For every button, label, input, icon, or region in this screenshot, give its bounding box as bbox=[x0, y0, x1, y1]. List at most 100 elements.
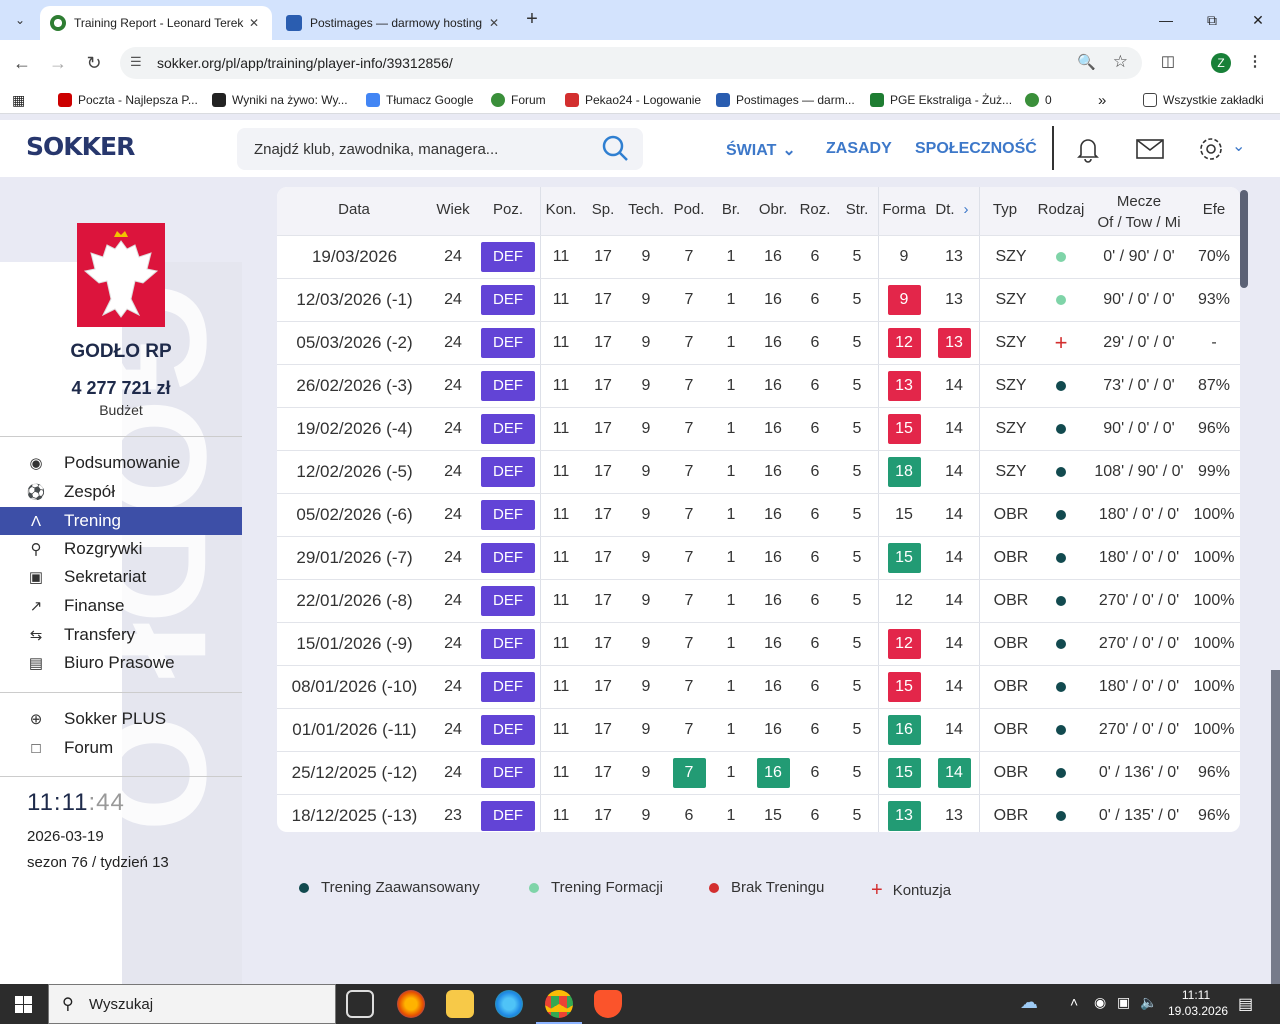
table-row[interactable]: 29/01/2026 (-7) 24 11 17 9 7 1 16 6 5 15 14 OBR 180' … bbox=[277, 536, 1240, 579]
tab-training-report[interactable]: Training Report - Leonard Terek ✕ bbox=[40, 6, 272, 40]
minimize-icon[interactable]: — bbox=[1154, 8, 1178, 32]
col-header-type[interactable]: Typ bbox=[987, 201, 1023, 218]
back-arrow-icon[interactable]: ← bbox=[10, 51, 34, 75]
position-badge[interactable]: DEF bbox=[481, 715, 535, 745]
site-search-input[interactable]: Znajdź klub, zawodnika, managera... bbox=[237, 128, 643, 170]
page-scrollbar[interactable] bbox=[1271, 670, 1280, 984]
notifications-icon[interactable]: ▤ bbox=[1238, 994, 1253, 1014]
restore-icon[interactable]: ⧉ bbox=[1200, 8, 1224, 32]
zoom-icon[interactable]: 🔍 bbox=[1077, 53, 1096, 71]
position-badge[interactable]: DEF bbox=[481, 801, 535, 831]
position-badge[interactable]: DEF bbox=[481, 543, 535, 573]
location-icon[interactable]: ◉ bbox=[1094, 994, 1106, 1011]
forward-arrow-icon[interactable]: → bbox=[46, 51, 70, 75]
edge-icon[interactable] bbox=[495, 990, 523, 1018]
apps-grid-icon[interactable]: ▦ bbox=[12, 91, 25, 109]
table-row[interactable]: 26/02/2026 (-3) 24 11 17 9 7 1 16 6 5 13 14 SZY 73' /… bbox=[277, 364, 1240, 407]
col-header-stamina[interactable]: Kon. bbox=[541, 201, 581, 218]
site-info-icon[interactable]: ☰ bbox=[130, 54, 142, 70]
weather-cloud-icon[interactable]: ☁ bbox=[1020, 992, 1038, 1013]
col-header-kind[interactable]: Rodzaj bbox=[1034, 201, 1088, 218]
sidebar-item-trening[interactable]: Λ Trening bbox=[0, 507, 242, 535]
bell-icon[interactable] bbox=[1073, 134, 1103, 164]
chrome-icon[interactable] bbox=[545, 990, 573, 1018]
table-row[interactable]: 25/12/2025 (-12) 24 11 17 9 7 1 16 6 5 15 14 OBR 0' /… bbox=[277, 751, 1240, 794]
tray-chevron-up-icon[interactable]: ˄ bbox=[1070, 994, 1078, 1010]
windows-start-icon[interactable] bbox=[15, 996, 32, 1013]
position-badge[interactable]: DEF bbox=[481, 371, 535, 401]
bookmark-item[interactable]: Wyniki na żywo: Wy... bbox=[212, 91, 348, 109]
menu-world[interactable]: ŚWIAT ⌄ bbox=[726, 140, 796, 160]
tab-search-chevron-icon[interactable]: ⌄ bbox=[8, 8, 32, 32]
col-header-tactical[interactable]: Dt. bbox=[932, 201, 958, 218]
table-row[interactable]: 12/02/2026 (-5) 24 11 17 9 7 1 16 6 5 18 14 SZY 108' … bbox=[277, 450, 1240, 493]
sokker-logo[interactable]: SOKKER bbox=[26, 132, 135, 161]
extensions-icon[interactable]: ◫ bbox=[1157, 52, 1179, 74]
more-bookmarks-chevron-icon[interactable]: » bbox=[1098, 91, 1106, 109]
col-header-striker[interactable]: Str. bbox=[837, 201, 877, 218]
table-row[interactable]: 05/02/2026 (-6) 24 11 17 9 7 1 16 6 5 15 14 OBR 180' … bbox=[277, 493, 1240, 536]
position-badge[interactable]: DEF bbox=[481, 758, 535, 788]
table-row[interactable]: 19/03/2026 24 11 17 9 7 1 16 6 5 9 13 SZY 0' / 90' / … bbox=[277, 235, 1240, 278]
position-badge[interactable]: DEF bbox=[481, 285, 535, 315]
sidebar-item-finanse[interactable]: ↗ Finanse bbox=[0, 592, 242, 620]
sidebar-item-transfery[interactable]: ⇆ Transfery bbox=[0, 621, 242, 649]
taskbar-clock[interactable]: 11:11 19.03.2026 bbox=[1168, 987, 1228, 1019]
bookmark-item[interactable]: 0 bbox=[1025, 91, 1052, 109]
sidebar-item-biuro-prasowe[interactable]: ▤ Biuro Prasowe bbox=[0, 649, 242, 677]
sidebar-item-sekretariat[interactable]: ▣ Sekretariat bbox=[0, 563, 242, 591]
position-badge[interactable]: DEF bbox=[481, 586, 535, 616]
col-header-date[interactable]: Data bbox=[304, 201, 404, 218]
kebab-menu-icon[interactable]: ⋮ bbox=[1244, 52, 1266, 74]
bookmark-star-icon[interactable]: ☆ bbox=[1113, 52, 1128, 72]
brave-icon[interactable] bbox=[594, 990, 622, 1018]
profile-avatar[interactable]: Z bbox=[1211, 53, 1231, 73]
position-badge[interactable]: DEF bbox=[481, 414, 535, 444]
chevron-down-icon[interactable]: ⌄ bbox=[1232, 136, 1245, 156]
col-header-age[interactable]: Wiek bbox=[429, 201, 477, 218]
table-row[interactable]: 12/03/2026 (-1) 24 11 17 9 7 1 16 6 5 9 13 SZY 90' / … bbox=[277, 278, 1240, 321]
reload-icon[interactable]: ↻ bbox=[82, 51, 106, 75]
network-icon[interactable]: ▣ bbox=[1117, 994, 1130, 1011]
taskbar-search-input[interactable]: ⚲ Wyszukaj bbox=[48, 984, 336, 1024]
position-badge[interactable]: DEF bbox=[481, 672, 535, 702]
bookmark-item[interactable]: Forum bbox=[491, 91, 546, 109]
table-row[interactable]: 05/03/2026 (-2) 24 11 17 9 7 1 16 6 5 12 13 SZY 29' /… bbox=[277, 321, 1240, 364]
position-badge[interactable]: DEF bbox=[481, 500, 535, 530]
all-bookmarks-folder[interactable]: Wszystkie zakładki bbox=[1143, 91, 1264, 109]
bookmark-item[interactable]: Poczta - Najlepsza P... bbox=[58, 91, 198, 109]
col-header-pos[interactable]: Poz. bbox=[481, 201, 535, 218]
bookmark-item[interactable]: Tłumacz Google bbox=[366, 91, 473, 109]
new-tab-plus-icon[interactable]: + bbox=[520, 8, 544, 32]
col-header-keeper[interactable]: Br. bbox=[711, 201, 751, 218]
col-header-defender[interactable]: Obr. bbox=[753, 201, 793, 218]
col-header-playmaker[interactable]: Roz. bbox=[795, 201, 835, 218]
col-header-efficiency[interactable]: Efe bbox=[1191, 201, 1237, 218]
close-icon[interactable]: ✕ bbox=[486, 16, 502, 30]
position-badge[interactable]: DEF bbox=[481, 629, 535, 659]
table-row[interactable]: 15/01/2026 (-9) 24 11 17 9 7 1 16 6 5 12 14 OBR 270' … bbox=[277, 622, 1240, 665]
table-row[interactable]: 01/01/2026 (-11) 24 11 17 9 7 1 16 6 5 16 14 OBR 270'… bbox=[277, 708, 1240, 751]
file-explorer-icon[interactable] bbox=[446, 990, 474, 1018]
sidebar-item-podsumowanie[interactable]: ◉ Podsumowanie bbox=[0, 449, 242, 477]
position-badge[interactable]: DEF bbox=[481, 242, 535, 272]
sidebar-item-sokker-plus[interactable]: ⊕ Sokker PLUS bbox=[0, 705, 242, 733]
bookmark-item[interactable]: Postimages — darm... bbox=[716, 91, 855, 109]
sidebar-item-zespol[interactable]: ⚽ Zespół bbox=[0, 478, 242, 506]
club-emblem-eagle-icon[interactable] bbox=[77, 223, 165, 327]
position-badge[interactable]: DEF bbox=[481, 328, 535, 358]
table-row[interactable]: 19/02/2026 (-4) 24 11 17 9 7 1 16 6 5 15 14 SZY 90' /… bbox=[277, 407, 1240, 450]
tab-postimages[interactable]: Postimages — darmowy hosting ✕ bbox=[276, 6, 512, 40]
chevron-right-icon[interactable]: › bbox=[959, 201, 973, 218]
sidebar-item-forum[interactable]: □ Forum bbox=[0, 734, 242, 762]
table-row[interactable]: 22/01/2026 (-8) 24 11 17 9 7 1 16 6 5 12 14 OBR 270' … bbox=[277, 579, 1240, 622]
position-badge[interactable]: DEF bbox=[481, 457, 535, 487]
close-icon[interactable]: ✕ bbox=[246, 16, 262, 30]
col-header-passing[interactable]: Pod. bbox=[669, 201, 709, 218]
menu-rules[interactable]: ZASADY bbox=[826, 140, 892, 158]
table-scrollbar[interactable] bbox=[1240, 190, 1248, 288]
window-close-icon[interactable]: ✕ bbox=[1246, 8, 1270, 32]
table-row[interactable]: 18/12/2025 (-13) 23 11 17 9 6 1 15 6 5 13 13 OBR 0' /… bbox=[277, 794, 1240, 832]
firefox-icon[interactable] bbox=[397, 990, 425, 1018]
col-header-pace[interactable]: Sp. bbox=[583, 201, 623, 218]
